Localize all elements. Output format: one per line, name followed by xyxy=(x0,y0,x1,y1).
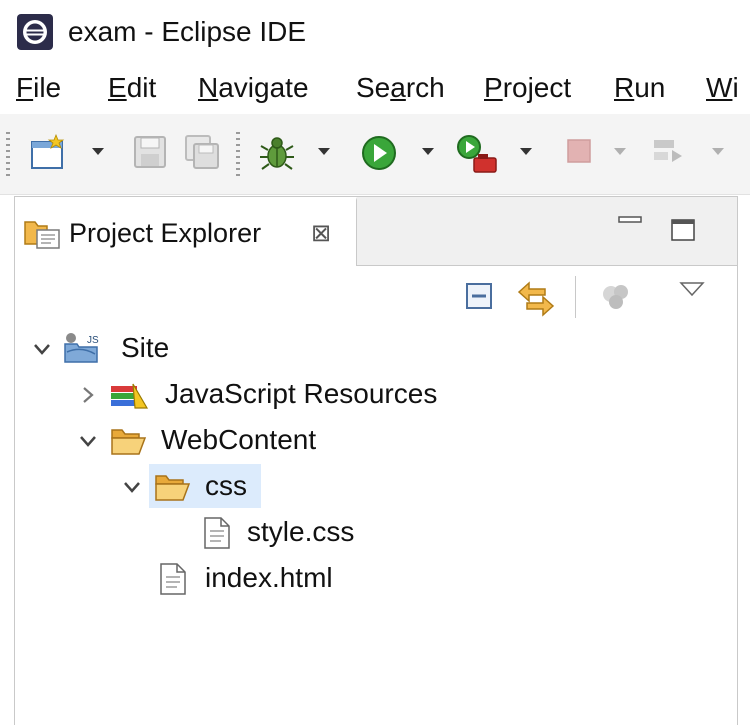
menu-search[interactable]: Search xyxy=(356,70,445,106)
new-wizard-icon[interactable] xyxy=(30,134,68,172)
external-tools-dropdown-icon[interactable] xyxy=(520,148,532,155)
run-dropdown-icon[interactable] xyxy=(422,148,434,155)
next-annotation-icon[interactable] xyxy=(650,134,686,170)
window-title: exam - Eclipse IDE xyxy=(68,16,307,47)
view-toolbar xyxy=(15,266,737,330)
run-icon[interactable] xyxy=(360,134,398,172)
eclipse-app-icon xyxy=(17,14,53,50)
title-bar: exam - Eclipse IDE xyxy=(0,0,750,62)
link-with-editor-icon[interactable] xyxy=(515,280,557,318)
tree-item-javascript-resources[interactable]: JavaScript Resources xyxy=(15,372,737,416)
file-icon xyxy=(204,517,230,549)
menu-window[interactable]: Wi xyxy=(706,70,739,106)
menu-file[interactable]: File xyxy=(16,70,61,106)
save-icon[interactable] xyxy=(132,134,168,170)
tree-item-label: style.css xyxy=(247,516,355,547)
tree-item-css[interactable]: css xyxy=(121,464,737,508)
tree-item-label: WebContent xyxy=(161,424,317,455)
project-tree: JS Site JavaScript Resources WebContent … xyxy=(15,322,737,722)
chevron-right-icon[interactable] xyxy=(77,384,99,406)
menu-bar: File Edit Navigate Search Project Run Wi xyxy=(0,62,750,114)
menu-run[interactable]: Run xyxy=(614,70,665,106)
next-annotation-dropdown-icon[interactable] xyxy=(712,148,724,155)
library-icon xyxy=(111,383,149,409)
collapse-all-icon[interactable] xyxy=(463,280,497,314)
debug-dropdown-icon[interactable] xyxy=(318,148,330,155)
chevron-down-icon[interactable] xyxy=(77,430,99,452)
chevron-down-icon[interactable] xyxy=(121,476,143,498)
web-project-icon: JS xyxy=(64,333,99,363)
chevron-down-icon[interactable] xyxy=(31,338,53,360)
tree-item-webcontent[interactable]: WebContent xyxy=(15,418,737,462)
tree-item-index-html[interactable]: index.html xyxy=(15,556,737,600)
open-folder-icon xyxy=(155,475,191,501)
tree-item-site[interactable]: JS Site xyxy=(15,326,737,370)
view-toolbar-separator xyxy=(575,276,576,318)
tree-item-label: JavaScript Resources xyxy=(165,378,438,409)
close-icon[interactable]: ⊠ xyxy=(311,220,331,248)
save-all-icon[interactable] xyxy=(184,134,220,170)
minimize-icon[interactable] xyxy=(617,213,643,233)
view-tab-strip: Project Explorer ⊠ xyxy=(15,196,737,266)
view-menu-icon[interactable] xyxy=(679,280,705,298)
menu-navigate[interactable]: Navigate xyxy=(198,70,309,106)
tree-item-label: index.html xyxy=(205,562,333,593)
menu-edit[interactable]: Edit xyxy=(108,70,156,106)
maximize-icon[interactable] xyxy=(671,219,695,241)
debug-icon[interactable] xyxy=(258,134,296,172)
terminate-dropdown-icon[interactable] xyxy=(614,148,626,155)
tree-item-label: Site xyxy=(121,332,170,363)
toolbar-grip[interactable] xyxy=(6,132,10,176)
main-toolbar xyxy=(0,114,750,195)
tab-project-explorer[interactable]: Project Explorer ⊠ xyxy=(15,197,357,266)
menu-project[interactable]: Project xyxy=(484,70,571,106)
filter-icon[interactable] xyxy=(599,280,635,314)
tree-item-label: css xyxy=(205,470,247,501)
tab-label: Project Explorer xyxy=(69,218,262,248)
run-external-tools-icon[interactable] xyxy=(456,134,498,174)
new-wizard-dropdown-icon[interactable] xyxy=(92,148,104,155)
project-explorer-icon xyxy=(24,221,60,249)
svg-text:JS: JS xyxy=(87,335,99,346)
toolbar-grip[interactable] xyxy=(236,132,240,176)
tree-item-style-css[interactable]: style.css xyxy=(15,510,737,554)
terminate-icon[interactable] xyxy=(562,134,596,168)
file-icon xyxy=(160,563,186,595)
open-folder-icon xyxy=(111,429,147,455)
project-explorer-view: Project Explorer ⊠ JS Site JavaScript Re… xyxy=(14,196,738,725)
